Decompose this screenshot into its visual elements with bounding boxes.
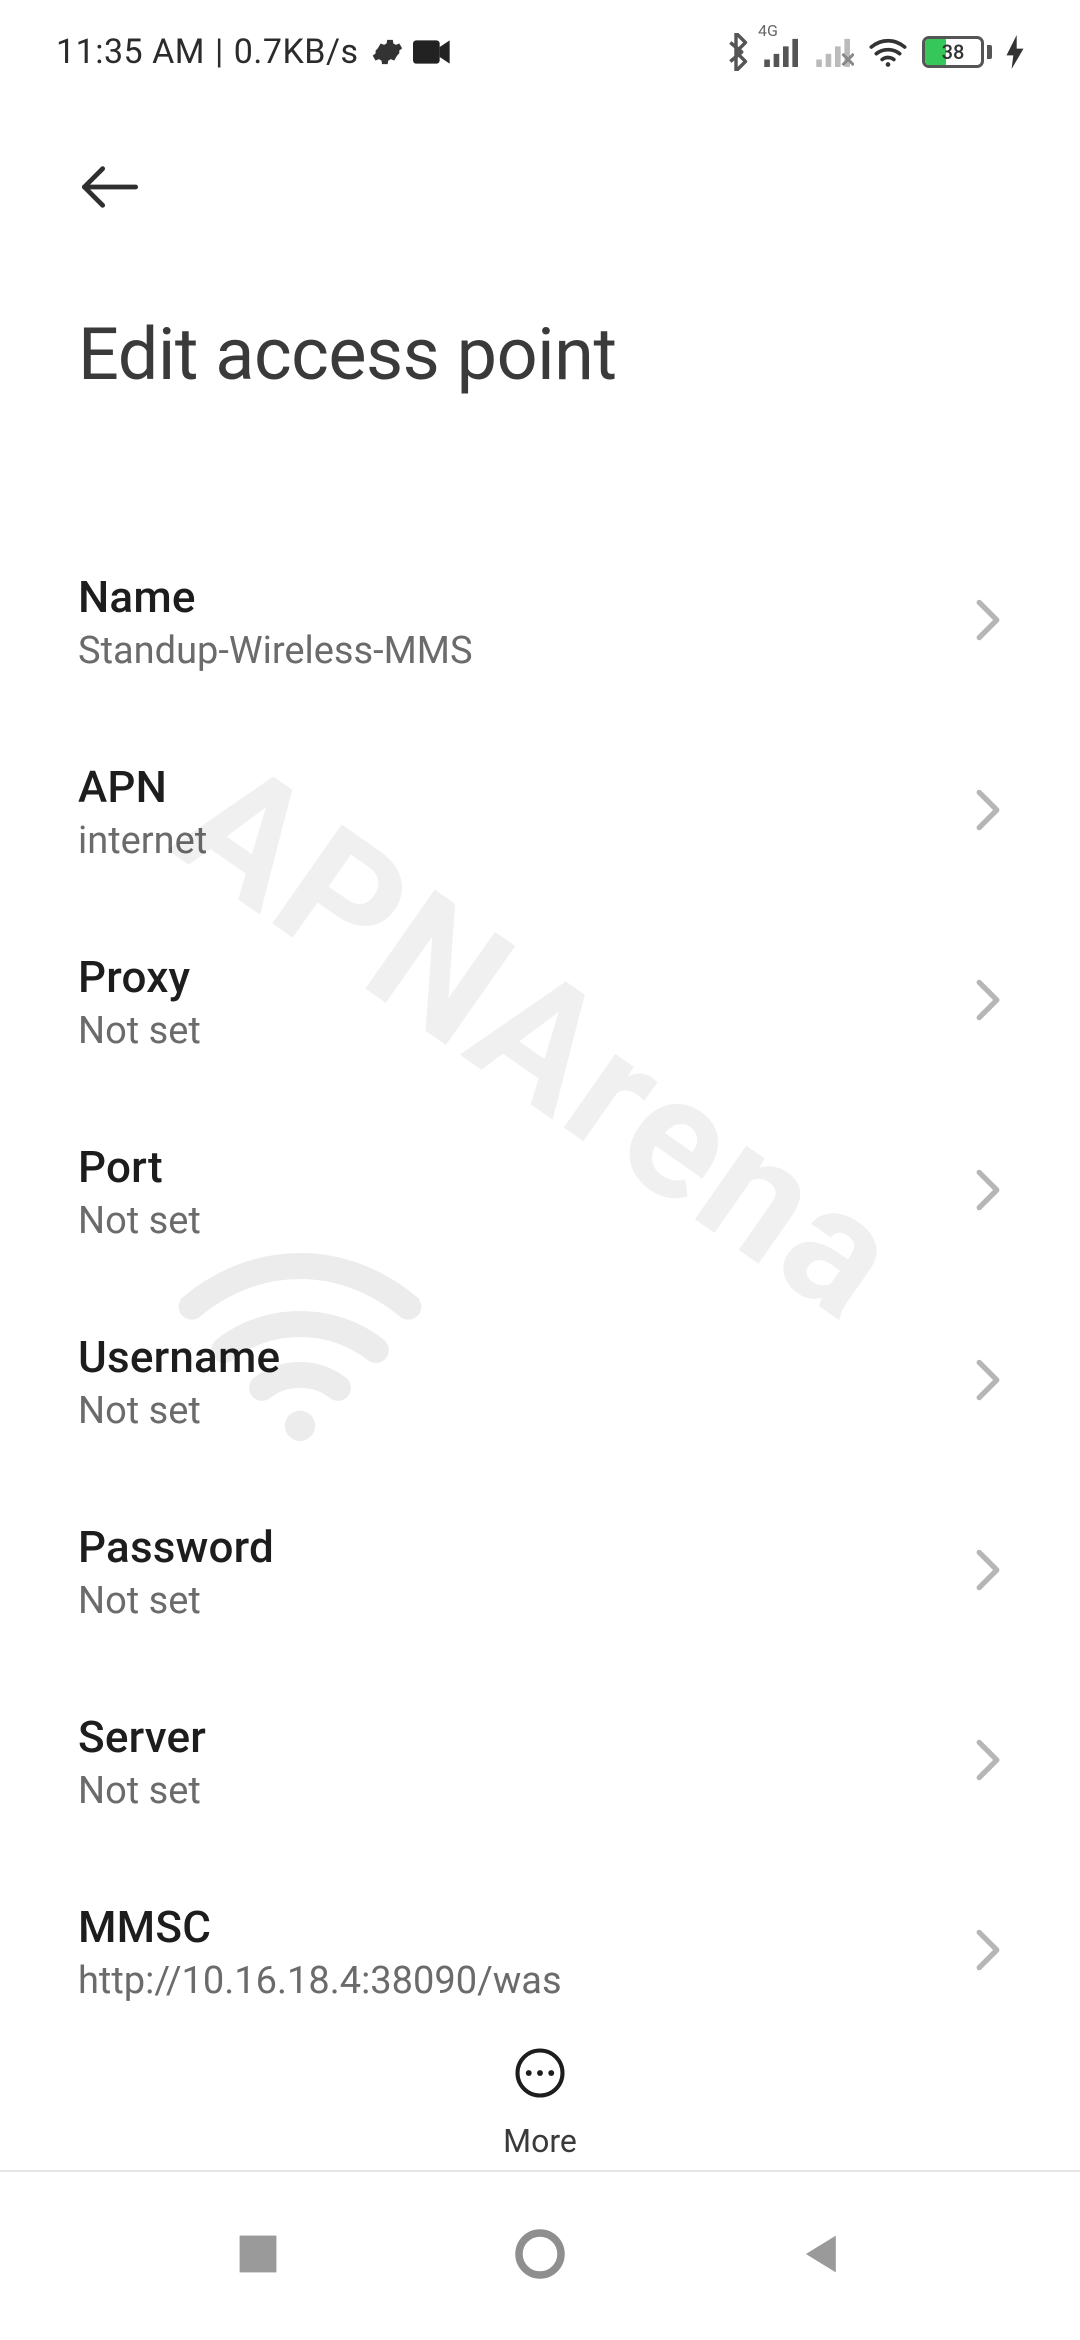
nav-recent-button[interactable] — [235, 2231, 281, 2281]
chevron-right-icon — [974, 1738, 1002, 1786]
row-label: Port — [78, 1141, 201, 1193]
charging-bolt-icon — [1006, 35, 1024, 69]
header: Edit access point — [0, 92, 1080, 397]
row-proxy[interactable]: Proxy Not set — [78, 907, 1002, 1097]
row-value: Not set — [78, 1199, 201, 1243]
back-button[interactable] — [78, 155, 142, 219]
row-server[interactable]: Server Not set — [78, 1667, 1002, 1857]
chevron-right-icon — [974, 1168, 1002, 1216]
nav-home-button[interactable] — [512, 2226, 568, 2286]
row-password[interactable]: Password Not set — [78, 1477, 1002, 1667]
row-label: APN — [78, 761, 207, 813]
bottom-toolbar: More — [0, 2046, 1080, 2160]
row-label: Password — [78, 1521, 274, 1573]
status-left: 11:35 AM | 0.7KB/s — [56, 32, 453, 72]
status-separator: | — [215, 32, 224, 72]
row-value: internet — [78, 819, 207, 863]
row-value: Not set — [78, 1579, 274, 1623]
status-bar: 11:35 AM | 0.7KB/s 4G 38 — [0, 0, 1080, 92]
row-value: Not set — [78, 1769, 206, 1813]
chevron-right-icon — [974, 1358, 1002, 1406]
row-mmsc[interactable]: MMSC http://10.16.18.4:38090/was — [78, 1857, 1002, 2047]
status-data-rate: 0.7KB/s — [234, 32, 359, 72]
chevron-right-icon — [974, 788, 1002, 836]
system-nav-bar — [0, 2170, 1080, 2340]
row-value: Not set — [78, 1009, 201, 1053]
signal-4g-icon: 4G — [764, 37, 802, 67]
bluetooth-icon — [722, 33, 750, 71]
chevron-right-icon — [974, 1928, 1002, 1976]
square-icon — [235, 2231, 281, 2277]
arrow-left-icon — [80, 165, 140, 209]
chevron-right-icon — [974, 1548, 1002, 1596]
row-port[interactable]: Port Not set — [78, 1097, 1002, 1287]
status-time: 11:35 AM — [56, 32, 205, 72]
page-title: Edit access point — [78, 312, 1002, 397]
more-button[interactable] — [513, 2046, 567, 2104]
chevron-right-icon — [974, 598, 1002, 646]
signal-no-sim-icon — [816, 37, 854, 67]
row-label: MMSC — [78, 1901, 562, 1953]
row-value: Standup-Wireless-MMS — [78, 629, 473, 673]
nav-back-button[interactable] — [799, 2231, 845, 2281]
triangle-left-icon — [799, 2231, 845, 2277]
more-circle-icon — [513, 2046, 567, 2100]
battery-indicator: 38 — [922, 36, 992, 68]
row-value: http://10.16.18.4:38090/was — [78, 1959, 562, 2003]
wifi-icon — [868, 36, 908, 68]
row-name[interactable]: Name Standup-Wireless-MMS — [78, 527, 1002, 717]
row-apn[interactable]: APN internet — [78, 717, 1002, 907]
camera-icon — [413, 38, 453, 66]
row-label: Server — [78, 1711, 206, 1763]
row-label: Username — [78, 1331, 280, 1383]
row-value: Not set — [78, 1389, 280, 1433]
more-label: More — [503, 2122, 577, 2160]
chevron-right-icon — [974, 978, 1002, 1026]
status-right: 4G 38 — [722, 33, 1024, 71]
row-username[interactable]: Username Not set — [78, 1287, 1002, 1477]
settings-list: Name Standup-Wireless-MMS APN internet P… — [0, 527, 1080, 2047]
row-label: Proxy — [78, 951, 201, 1003]
row-label: Name — [78, 571, 473, 623]
circle-icon — [512, 2226, 568, 2282]
settings-gear-icon — [369, 35, 403, 69]
battery-percent: 38 — [925, 39, 981, 65]
